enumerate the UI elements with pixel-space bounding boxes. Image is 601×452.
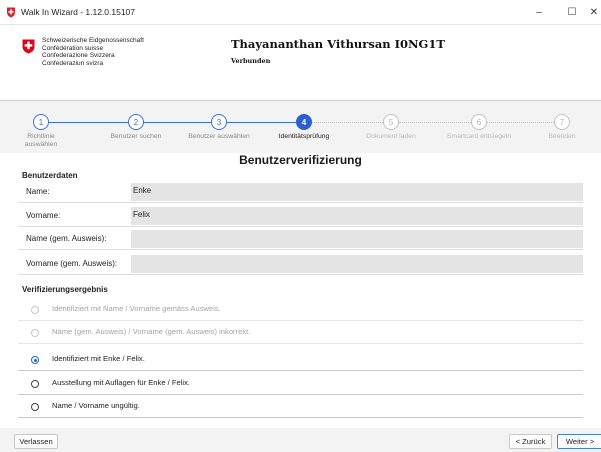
step-connector (399, 122, 471, 123)
name-field: Enke (131, 183, 583, 201)
page-title: Benutzerverifizierung (239, 153, 362, 167)
window-title: Walk In Wizard - 1.12.0.15107 (21, 7, 136, 17)
confederation-line-de: Schweizerische Eidgenossenschaft (42, 37, 144, 44)
result-option-invalid[interactable]: Name / Vorname ungültig. (18, 396, 583, 418)
step-5-indicator: 5 (383, 114, 399, 130)
step-2-label: Benutzer suchen (110, 133, 162, 140)
step-connector (144, 122, 211, 123)
result-heading: Verifizierungsergebnis (22, 285, 108, 294)
step-connector (49, 122, 128, 123)
step-3-label: Benutzer auswählen (188, 133, 250, 140)
step-6-indicator: 6 (471, 114, 487, 130)
step-connector (227, 122, 296, 123)
back-button[interactable]: < Zurück (509, 434, 552, 449)
step-3-indicator: 3 (211, 114, 227, 130)
swiss-coat-of-arms-icon (22, 39, 35, 54)
step-2-indicator: 2 (128, 114, 144, 130)
id-firstname-field (131, 255, 583, 273)
radio-conditional[interactable] (31, 380, 39, 388)
radio-label-identified[interactable]: Identifiziert mit Enke / Felix. (52, 354, 145, 363)
title-bar: Walk In Wizard - 1.12.0.15107 – ☐ ✕ (0, 0, 601, 25)
step-4-label: Identitätsprüfung (278, 133, 330, 140)
step-1-indicator: 1 (33, 114, 49, 130)
current-user-name: Thayananthan Vithursan I0NG1T (231, 37, 445, 51)
radio-id-match (31, 306, 39, 314)
radio-label-id-incorrect: Name (gem. Ausweis) / Vorname (gem. Ausw… (52, 327, 251, 336)
result-option-conditional[interactable]: Ausstellung mit Auflagen für Enke / Feli… (18, 373, 583, 395)
leave-button[interactable]: Verlassen (14, 434, 58, 449)
radio-label-conditional[interactable]: Ausstellung mit Auflagen für Enke / Feli… (52, 378, 190, 387)
step-4-indicator: 4 (296, 114, 312, 130)
confederation-line-rm: Confederaziun svizra (42, 59, 104, 67)
field-row-id-name: Name (gem. Ausweis): (18, 228, 583, 250)
step-7-indicator: 7 (554, 114, 570, 130)
confederation-text: Schweizerische Eidgenossenschaft Confédé… (42, 37, 144, 67)
app-header: Schweizerische Eidgenossenschaft Confédé… (0, 25, 601, 101)
radio-id-incorrect (31, 329, 39, 337)
close-button[interactable]: ✕ (584, 0, 601, 25)
step-1-label-line-2: auswählen (24, 141, 58, 148)
step-1-label-line-1: Richtlinie (27, 133, 55, 140)
step-6-label: Smartcard entsiegeln (446, 133, 512, 140)
result-option-identified[interactable]: Identifiziert mit Enke / Felix. (18, 349, 583, 371)
radio-identified[interactable] (31, 356, 39, 364)
minimize-button[interactable]: – (522, 0, 556, 25)
field-label-id-name: Name (gem. Ausweis): (26, 234, 107, 243)
step-connector (487, 122, 554, 123)
radio-invalid[interactable] (31, 403, 39, 411)
result-option-id-incorrect: Name (gem. Ausweis) / Vorname (gem. Ausw… (18, 322, 583, 344)
id-name-field (131, 230, 583, 248)
step-1-label: Richtlinie auswählen (21, 133, 61, 149)
field-row-firstname: Vorname: Felix (18, 205, 583, 227)
field-label-name: Name: (26, 187, 50, 196)
field-label-firstname: Vorname: (26, 211, 61, 220)
field-label-id-firstname: Vorname (gem. Ausweis): (26, 259, 118, 268)
firstname-value: Felix (133, 210, 150, 219)
result-option-id-match: Identifiziert mit Name / Vorname gemäss … (18, 299, 583, 321)
firstname-field: Felix (131, 207, 583, 225)
step-7-label: Beenden (548, 133, 576, 140)
name-value: Enke (133, 186, 152, 195)
confederation-line-fr: Confédération suisse (42, 44, 104, 52)
field-row-name: Name: Enke (18, 181, 583, 203)
step-connector (312, 122, 383, 123)
next-button[interactable]: Weiter > (557, 434, 601, 449)
radio-label-id-match: Identifiziert mit Name / Vorname gemäss … (52, 304, 221, 313)
userdata-heading: Benutzerdaten (22, 171, 78, 180)
radio-label-invalid[interactable]: Name / Vorname ungültig. (52, 401, 140, 410)
app-shield-icon (7, 7, 15, 18)
step-5-label: Dokument laden (366, 133, 416, 140)
connection-status: Verbunden (231, 57, 271, 65)
field-row-id-firstname: Vorname (gem. Ausweis): (18, 253, 583, 275)
confederation-line-it: Confederazione Svizzera (42, 52, 115, 60)
